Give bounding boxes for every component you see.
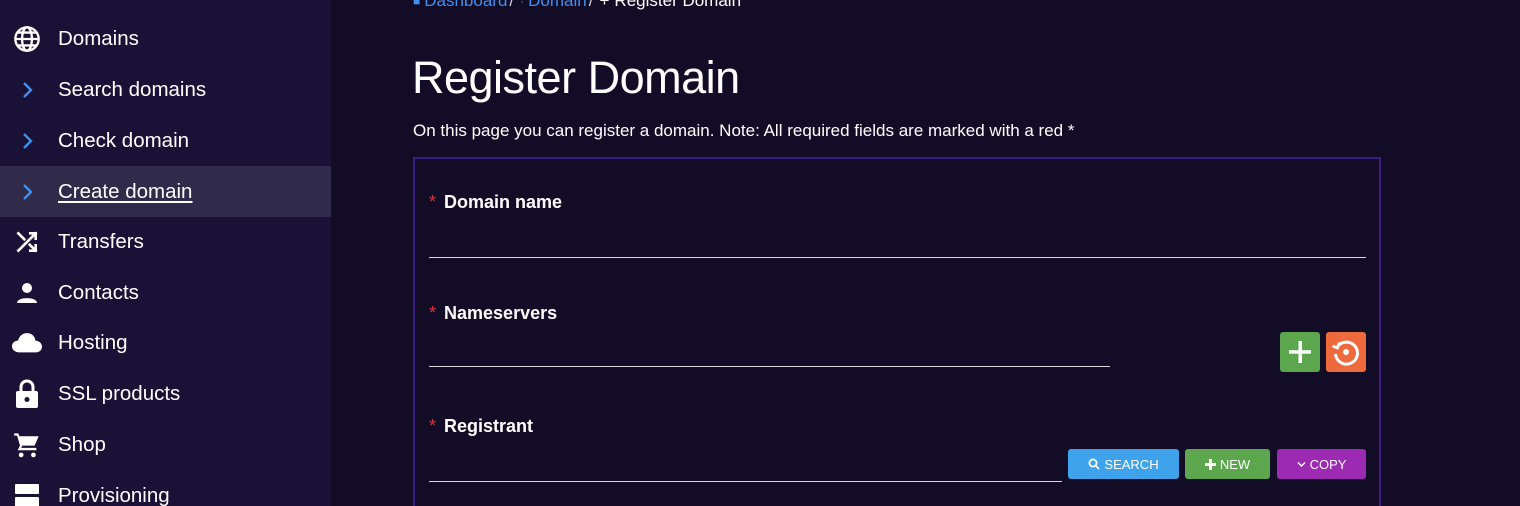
plus-icon — [1289, 341, 1311, 363]
reset-nameservers-button[interactable] — [1326, 332, 1366, 372]
sidebar-item-search-domains[interactable]: Search domains — [0, 64, 331, 115]
registrant-label-text: Registrant — [444, 416, 534, 436]
sidebar-item-label: Search domains — [58, 77, 207, 101]
required-mark: * — [429, 303, 437, 323]
person-icon — [12, 278, 42, 308]
sidebar-item-label: Domains — [58, 26, 139, 50]
dashboard-icon: ■ — [413, 0, 421, 8]
server-icon — [12, 481, 42, 506]
sidebar-item-hosting[interactable]: Hosting — [0, 317, 331, 368]
sidebar-item-label: Transfers — [58, 229, 144, 253]
domain-name-underline — [429, 257, 1366, 258]
sidebar-item-label: Check domain — [58, 128, 190, 152]
search-button-label: SEARCH — [1104, 456, 1159, 472]
sidebar-item-ssl-products[interactable]: SSL products — [0, 368, 331, 419]
required-mark: * — [429, 416, 437, 436]
page-title: Register Domain — [412, 52, 740, 103]
cart-icon — [12, 430, 42, 460]
cloud-icon — [12, 328, 42, 358]
registrant-underline — [429, 481, 1062, 482]
breadcrumb: ■ Dashboard / · Domain / + Register Doma… — [413, 0, 741, 11]
sidebar-item-check-domain[interactable]: Check domain — [0, 115, 331, 166]
domain-icon: · — [520, 0, 525, 8]
breadcrumb-separator: / — [509, 0, 515, 10]
app: Domains Search domains Check domain Crea… — [0, 0, 1520, 506]
breadcrumb-separator: / — [588, 0, 594, 10]
sidebar-item-label: Provisioning — [58, 483, 170, 506]
breadcrumb-domain-link[interactable]: Domain — [528, 0, 587, 11]
sidebar-item-label: SSL products — [58, 381, 181, 405]
plus-icon — [1204, 458, 1216, 470]
sidebar-item-create-domain[interactable]: Create domain — [0, 166, 331, 217]
sidebar: Domains Search domains Check domain Crea… — [0, 0, 331, 506]
copy-button-label: COPY — [1309, 456, 1347, 472]
nameservers-underline — [429, 366, 1110, 367]
chevron-right-icon — [12, 126, 42, 156]
sidebar-item-transfers[interactable]: Transfers — [0, 216, 331, 267]
restore-icon — [1332, 340, 1359, 366]
search-icon — [1088, 458, 1101, 470]
new-button-label: NEW — [1219, 456, 1251, 472]
breadcrumb-dashboard-link[interactable]: Dashboard — [424, 0, 507, 11]
sidebar-item-domains[interactable]: Domains — [0, 13, 331, 64]
registrant-input[interactable] — [429, 450, 1062, 480]
sidebar-item-contacts[interactable]: Contacts — [0, 267, 331, 318]
nameservers-label: * Nameservers — [429, 303, 557, 324]
shuffle-icon — [12, 227, 42, 257]
required-mark: * — [429, 192, 437, 212]
new-registrant-button[interactable]: NEW — [1185, 449, 1270, 479]
page-description: On this page you can register a domain. … — [413, 121, 1075, 140]
register-domain-form: * Domain name * Nameservers * Registrant — [413, 157, 1381, 506]
domain-name-input[interactable] — [429, 226, 1366, 256]
sidebar-item-provisioning[interactable]: Provisioning — [0, 470, 331, 506]
copy-registrant-button[interactable]: COPY — [1277, 449, 1366, 479]
domain-name-label-text: Domain name — [444, 192, 563, 212]
sidebar-item-label: Shop — [58, 432, 106, 456]
chevron-right-icon — [12, 75, 42, 105]
globe-icon — [12, 24, 42, 54]
sidebar-item-shop[interactable]: Shop — [0, 419, 331, 470]
sidebar-item-label: Create domain — [58, 179, 193, 203]
breadcrumb-current: Register Domain — [614, 0, 742, 10]
chevron-right-icon — [12, 177, 42, 207]
add-nameserver-button[interactable] — [1280, 332, 1320, 372]
breadcrumb-plus-icon: + — [599, 0, 610, 10]
registrant-label: * Registrant — [429, 416, 533, 437]
nameservers-label-text: Nameservers — [444, 303, 558, 323]
search-registrant-button[interactable]: SEARCH — [1068, 449, 1179, 479]
chevron-down-icon — [1297, 461, 1306, 467]
sidebar-item-label: Contacts — [58, 280, 139, 304]
sidebar-item-label: Hosting — [58, 330, 128, 354]
nameservers-input[interactable] — [429, 335, 1110, 365]
domain-name-label: * Domain name — [429, 192, 562, 213]
lock-icon — [12, 378, 42, 409]
